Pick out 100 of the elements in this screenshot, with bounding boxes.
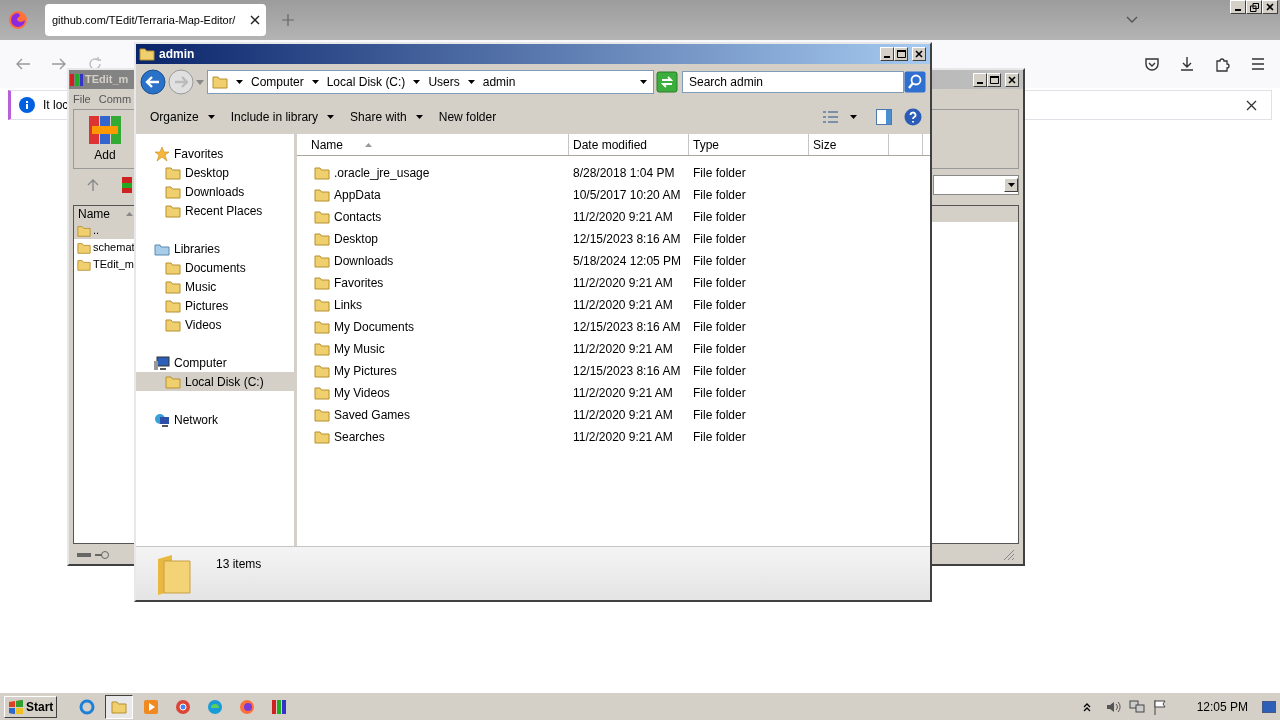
toolbar-button[interactable]: Share with	[342, 105, 431, 129]
file-name[interactable]: schemat	[93, 239, 135, 256]
file-name[interactable]: My Music	[334, 340, 385, 358]
help-icon[interactable]	[904, 108, 922, 126]
nav-item[interactable]: Videos	[136, 315, 294, 334]
caret-icon[interactable]	[311, 80, 319, 84]
caret-icon[interactable]	[850, 115, 857, 119]
column-header[interactable]: Date modified	[569, 134, 689, 155]
column-header[interactable]: Type	[689, 134, 809, 155]
menu-icon[interactable]	[1250, 56, 1266, 72]
nav-item[interactable]: Pictures	[136, 296, 294, 315]
file-name[interactable]: ..	[93, 222, 100, 239]
path-combo[interactable]	[933, 175, 1019, 195]
type-cell-text: File folder	[693, 209, 746, 226]
toolbar-button[interactable]: New folder	[430, 105, 505, 129]
flag-icon[interactable]	[1152, 698, 1167, 715]
file-name[interactable]: Favorites	[334, 274, 384, 292]
start-button[interactable]: Start	[4, 695, 58, 718]
column-header[interactable]: Name	[297, 134, 569, 155]
restore-button[interactable]	[1246, 0, 1262, 14]
close-icon[interactable]	[250, 15, 260, 25]
date-cell-text: 12/15/2023 8:16 AM	[573, 231, 681, 248]
close-button[interactable]	[1005, 72, 1019, 87]
minimize-button[interactable]	[973, 72, 987, 87]
nav-item[interactable]: Libraries	[136, 239, 294, 258]
caret-icon[interactable]	[236, 80, 243, 84]
breadcrumb-item[interactable]: admin	[482, 73, 516, 91]
folder-icon	[165, 259, 181, 276]
maximize-button[interactable]	[987, 72, 1001, 87]
search-button[interactable]	[904, 71, 926, 93]
maximize-button[interactable]	[894, 47, 908, 61]
nav-item[interactable]: Local Disk (C:)	[136, 372, 294, 391]
refresh-button[interactable]	[656, 71, 678, 93]
menu-item[interactable]: Comm	[98, 90, 132, 108]
forward-icon[interactable]	[51, 56, 67, 72]
nav-item[interactable]: Favorites	[136, 144, 294, 163]
file-name[interactable]: Desktop	[334, 230, 379, 248]
nav-item[interactable]: Computer	[136, 353, 294, 372]
address-bar[interactable]: Computer Local Disk (C:) Users admin	[207, 70, 654, 94]
file-name[interactable]: My Pictures	[334, 362, 397, 380]
extensions-icon[interactable]	[1214, 56, 1230, 72]
nav-item[interactable]: Documents	[136, 258, 294, 277]
computer-icon	[154, 354, 170, 371]
breadcrumb-item[interactable]: Local Disk (C:)	[326, 73, 406, 91]
download-icon[interactable]	[1179, 56, 1195, 72]
chevron-icon[interactable]	[1126, 16, 1138, 24]
dropdown-button[interactable]	[1004, 178, 1018, 192]
browser-tab[interactable]: github.com/TEdit/Terraria-Map-Editor/	[45, 4, 266, 36]
nav-item[interactable]: Recent Places	[136, 201, 294, 220]
resize-grip-icon[interactable]	[1003, 549, 1015, 561]
back-button[interactable]	[140, 69, 166, 95]
file-name[interactable]: AppData	[334, 186, 381, 204]
column-header[interactable]: Size	[809, 134, 889, 155]
file-name[interactable]: Searches	[334, 428, 385, 446]
minimize-button[interactable]	[880, 47, 894, 61]
nav-item[interactable]: Network	[136, 410, 294, 429]
file-name[interactable]: Links	[334, 296, 362, 314]
file-name[interactable]: .oracle_jre_usage	[334, 164, 430, 182]
close-button[interactable]	[912, 47, 926, 61]
nav-item[interactable]: Desktop	[136, 163, 294, 182]
show-desktop-icon[interactable]	[1262, 700, 1276, 713]
file-name[interactable]: Contacts	[334, 208, 382, 226]
tab-title: github.com/TEdit/Terraria-Map-Editor/	[52, 12, 237, 28]
minimize-icon	[977, 81, 983, 84]
nav-item[interactable]: Music	[136, 277, 294, 296]
menu-item[interactable]: File	[73, 90, 91, 108]
toolbar-button[interactable]: Organize	[142, 105, 223, 129]
file-name[interactable]: TEdit_m	[93, 256, 134, 273]
media-player-icon	[143, 698, 160, 715]
file-name[interactable]: My Documents	[334, 318, 415, 336]
date-cell-text: 12/15/2023 8:16 AM	[573, 363, 681, 380]
network-icon[interactable]	[1128, 698, 1145, 715]
minimize-button[interactable]	[1230, 0, 1246, 14]
caret-icon[interactable]	[413, 80, 421, 84]
file-name[interactable]: My Videos	[334, 384, 390, 402]
type-cell-text: File folder	[693, 363, 746, 380]
caret-icon[interactable]	[640, 80, 647, 84]
firefox-icon[interactable]	[8, 10, 28, 30]
chevron-up-icon[interactable]	[1082, 701, 1091, 712]
caret-icon[interactable]	[467, 80, 475, 84]
toolbar-button[interactable]: Include in library	[222, 105, 343, 129]
taskbar-button[interactable]	[105, 694, 134, 719]
key-icon	[95, 550, 109, 560]
nav-item[interactable]: Downloads	[136, 182, 294, 201]
close-icon[interactable]	[1246, 99, 1257, 111]
pocket-icon[interactable]	[1144, 56, 1160, 72]
breadcrumb-item[interactable]: Computer	[251, 73, 304, 91]
preview-pane-icon[interactable]	[876, 109, 892, 125]
folder-icon	[314, 385, 330, 401]
clock-text[interactable]: 12:05 PM	[1196, 697, 1248, 716]
search-field[interactable]: Search admin	[682, 71, 904, 93]
folder-icon	[165, 164, 181, 181]
add-button[interactable]: Add	[88, 114, 122, 168]
file-name[interactable]: Downloads	[334, 252, 394, 270]
file-name[interactable]: Saved Games	[334, 406, 411, 424]
back-icon[interactable]	[15, 56, 31, 72]
close-button[interactable]	[1262, 0, 1278, 14]
breadcrumb-item[interactable]: Users	[428, 73, 460, 91]
type-cell-text: File folder	[693, 341, 746, 358]
status-text: 13 items	[216, 556, 262, 573]
